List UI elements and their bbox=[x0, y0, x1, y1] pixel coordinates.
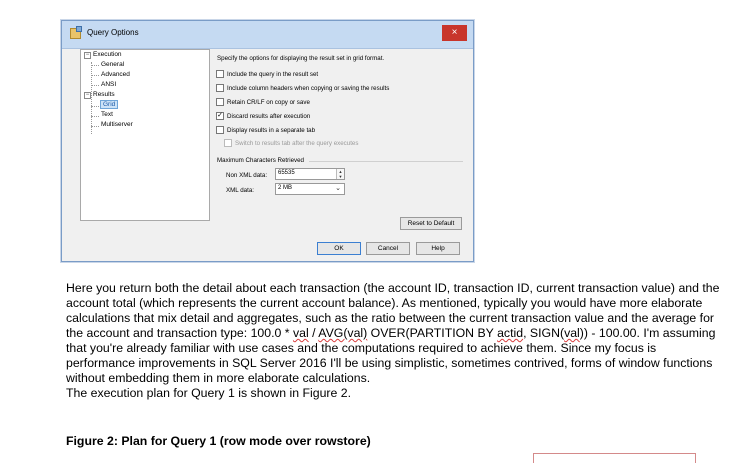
code-actid: actid bbox=[497, 326, 524, 340]
tree-item-grid[interactable]: Grid bbox=[100, 100, 119, 109]
grid-options-description: Specify the options for displaying the r… bbox=[217, 55, 385, 62]
help-button[interactable]: Help bbox=[416, 242, 460, 255]
title-bar[interactable]: Query Options × bbox=[62, 21, 473, 49]
text-run: OVER(PARTITION BY bbox=[367, 326, 498, 340]
text-run: , SIGN( bbox=[523, 326, 565, 340]
article-body: Here you return both the detail about ea… bbox=[66, 281, 726, 401]
tree-connector bbox=[91, 85, 99, 86]
query-options-icon bbox=[70, 26, 82, 39]
tree-connector bbox=[91, 62, 92, 100]
tree-item-execution[interactable]: Execution bbox=[93, 51, 122, 58]
xml-value: 2 MB bbox=[278, 185, 293, 191]
switch-tab-label: Switch to results tab after the query ex… bbox=[235, 140, 359, 147]
tree-item-ansi[interactable]: ANSI bbox=[101, 81, 116, 88]
article-paragraph: Here you return both the detail about ea… bbox=[66, 281, 726, 386]
close-button[interactable]: × bbox=[442, 25, 467, 41]
separate-tab-checkbox[interactable] bbox=[216, 126, 224, 134]
include-headers-checkbox[interactable] bbox=[216, 84, 224, 92]
figure-frame bbox=[533, 453, 696, 463]
options-tree: − Execution General Advanced ANSI − Resu… bbox=[80, 49, 210, 221]
query-options-dialog: Query Options × − Execution General Adva… bbox=[61, 20, 474, 262]
article-paragraph: The execution plan for Query 1 is shown … bbox=[66, 386, 352, 400]
code-val: val bbox=[292, 326, 309, 340]
tree-item-results[interactable]: Results bbox=[93, 91, 115, 98]
non-xml-label: Non XML data: bbox=[226, 172, 268, 179]
discard-results-label: Discard results after execution bbox=[227, 113, 311, 120]
ok-button[interactable]: OK bbox=[317, 242, 361, 255]
tree-connector bbox=[91, 126, 99, 127]
non-xml-value: 65535 bbox=[278, 170, 295, 176]
spin-updown-icon[interactable]: ▲ ▼ bbox=[336, 169, 344, 179]
tree-connector bbox=[91, 65, 99, 66]
include-query-checkbox[interactable] bbox=[216, 70, 224, 78]
separate-tab-label: Display results in a separate tab bbox=[227, 127, 316, 134]
tree-connector bbox=[91, 75, 99, 76]
figure-caption: Figure 2: Plan for Query 1 (row mode ove… bbox=[66, 434, 371, 448]
tree-item-text[interactable]: Text bbox=[101, 111, 113, 118]
tree-item-multiserver[interactable]: Multiserver bbox=[101, 121, 133, 128]
code-val: val bbox=[564, 326, 580, 340]
non-xml-stepper[interactable]: 65535 ▲ ▼ bbox=[275, 168, 345, 180]
include-headers-label: Include column headers when copying or s… bbox=[227, 85, 390, 92]
tree-item-advanced[interactable]: Advanced bbox=[101, 71, 130, 78]
retain-crlf-label: Retain CR/LF on copy or save bbox=[227, 99, 310, 106]
discard-results-checkbox[interactable]: ✓ bbox=[216, 112, 224, 120]
switch-tab-checkbox[interactable] bbox=[224, 139, 232, 147]
dialog-title: Query Options bbox=[87, 28, 139, 37]
group-divider bbox=[309, 161, 463, 162]
tree-connector bbox=[91, 116, 99, 117]
xml-label: XML data: bbox=[226, 187, 254, 194]
collapse-results-icon[interactable]: − bbox=[84, 92, 91, 99]
code-avg: AVG(val) bbox=[318, 326, 368, 340]
collapse-execution-icon[interactable]: − bbox=[84, 52, 91, 59]
text-run: / bbox=[308, 326, 319, 340]
include-query-label: Include the query in the result set bbox=[227, 71, 319, 78]
tree-connector bbox=[91, 106, 99, 107]
chevron-down-icon: ⌄ bbox=[335, 185, 341, 192]
retain-crlf-checkbox[interactable] bbox=[216, 98, 224, 106]
cancel-button[interactable]: Cancel bbox=[366, 242, 410, 255]
xml-data-select[interactable]: 2 MB ⌄ bbox=[275, 183, 345, 195]
tree-item-general[interactable]: General bbox=[101, 61, 124, 68]
max-chars-heading: Maximum Characters Retrieved bbox=[217, 157, 304, 164]
reset-to-default-button[interactable]: Reset to Default bbox=[400, 217, 462, 230]
